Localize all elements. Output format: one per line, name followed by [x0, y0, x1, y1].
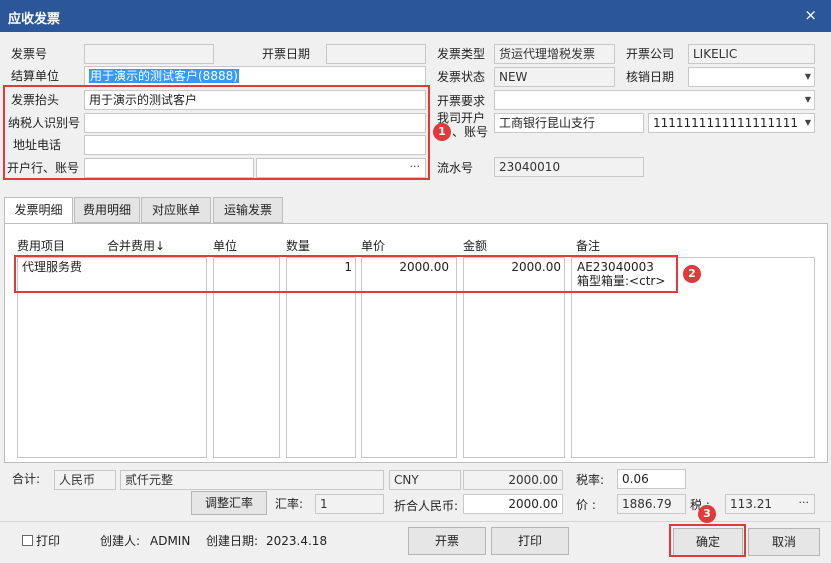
issuing-company-select[interactable]: LIKELIC — [688, 44, 815, 64]
issuing-company-value: LIKELIC — [693, 47, 738, 61]
our-bank-label-2: 、账号 — [452, 125, 489, 139]
annotation-badge-1: 1 — [433, 123, 451, 141]
chevron-down-icon: ▼ — [804, 72, 811, 81]
col-header-qty: 数量 — [286, 239, 311, 253]
tax-value: 113.21 — [730, 497, 772, 511]
invoice-status-select[interactable]: NEW — [494, 67, 615, 87]
currency-code-field: CNY — [389, 470, 461, 490]
invoice-type-label: 发票类型 — [437, 47, 486, 61]
issue-invoice-button[interactable]: 开票 — [408, 527, 486, 555]
cancel-button[interactable]: 取消 — [748, 528, 820, 556]
writeoff-date-select[interactable]: ▼ — [688, 67, 815, 87]
print-checkbox[interactable] — [22, 535, 33, 546]
invoice-type-select[interactable]: 货运代理增税发票 — [494, 44, 615, 64]
highlight-box-3 — [669, 524, 746, 557]
total-amount-field: 2000.00 — [463, 470, 563, 490]
window-title: 应收发票 — [8, 12, 61, 27]
amount-words-field: 贰仟元整 — [120, 470, 384, 490]
price-field: 1886.79 — [617, 494, 686, 514]
our-bank-field[interactable]: 工商银行昆山支行 — [494, 113, 644, 133]
currency-field: 人民币 — [54, 470, 116, 490]
settlement-unit-label: 结算单位 — [11, 69, 60, 83]
title-bar: 应收发票 × — [0, 0, 831, 32]
creator-label: 创建人: — [100, 534, 141, 548]
col-header-amount: 金额 — [463, 239, 488, 253]
serial-no-field: 23040010 — [494, 157, 644, 177]
tax-rate-field[interactable]: 0.06 — [617, 469, 686, 489]
issuing-company-label: 开票公司 — [626, 47, 675, 61]
created-date-label: 创建日期: — [206, 534, 259, 548]
print-checkbox-label: 打印 — [36, 534, 61, 548]
tab-related-bills[interactable]: 对应账单 — [141, 197, 211, 223]
created-date-value: 2023.4.18 — [266, 534, 328, 548]
adjust-rate-button[interactable]: 调整汇率 — [191, 491, 267, 515]
exchange-rate-label: 汇率: — [275, 497, 304, 511]
col-header-item: 费用项目 — [17, 239, 66, 253]
issue-date-label: 开票日期 — [262, 47, 311, 61]
col-header-price: 单价 — [361, 239, 386, 253]
total-label: 合计: — [12, 472, 41, 486]
rmb-amount-field[interactable]: 2000.00 — [463, 494, 563, 514]
invoice-requirement-label: 开票要求 — [437, 94, 486, 108]
invoice-status-value: NEW — [499, 70, 528, 84]
highlight-box-2 — [14, 255, 678, 293]
close-icon[interactable]: × — [804, 6, 817, 24]
highlight-box-1 — [3, 85, 430, 180]
col-header-merge[interactable]: 合并费用↓ — [107, 237, 165, 254]
invoice-status-label: 发票状态 — [437, 70, 486, 84]
col-header-unit: 单位 — [213, 239, 238, 253]
price-label: 价 : — [576, 498, 596, 512]
chevron-down-icon: ▼ — [804, 95, 811, 104]
annotation-badge-2: 2 — [683, 265, 701, 283]
invoice-no-field[interactable] — [84, 44, 214, 64]
invoice-type-value: 货运代理增税发票 — [499, 47, 596, 61]
annotation-badge-3: 3 — [698, 505, 716, 523]
invoice-no-label: 发票号 — [11, 47, 48, 61]
tax-rate-label: 税率: — [576, 473, 605, 487]
our-account-value: 1111111111111111111 — [653, 116, 799, 130]
chevron-down-icon: ▼ — [804, 118, 811, 127]
our-account-select[interactable]: 1111111111111111111 ▼ — [648, 113, 815, 133]
serial-no-label: 流水号 — [437, 161, 474, 175]
tab-invoice-detail[interactable]: 发票明细 — [4, 197, 73, 224]
creator-value: ADMIN — [150, 534, 191, 548]
col-header-remark: 备注 — [576, 239, 601, 253]
rmb-label: 折合人民币: — [394, 499, 459, 513]
settlement-unit-value: 用于演示的测试客户(8888) — [89, 69, 239, 83]
invoice-requirement-select[interactable]: ▼ — [494, 90, 815, 110]
exchange-rate-field: 1 — [315, 494, 384, 514]
ellipsis-icon[interactable]: ··· — [799, 495, 810, 512]
tab-fee-detail[interactable]: 费用明细 — [74, 197, 140, 223]
issue-date-field[interactable] — [326, 44, 426, 64]
settlement-unit-field[interactable]: 用于演示的测试客户(8888) — [84, 66, 426, 86]
print-button[interactable]: 打印 — [491, 527, 569, 555]
writeoff-date-label: 核销日期 — [626, 70, 675, 84]
tax-field: 113.21 ··· — [725, 494, 815, 514]
tab-transport-invoice[interactable]: 运输发票 — [213, 197, 283, 223]
